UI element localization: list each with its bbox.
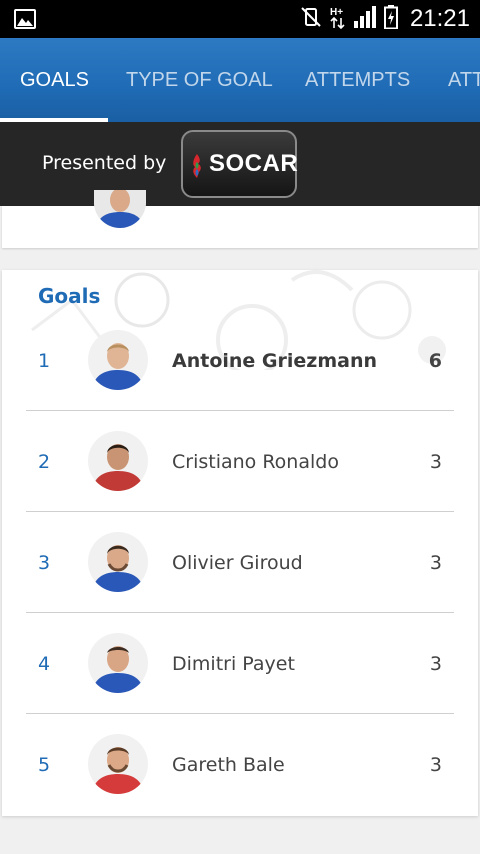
status-time: 21:21 bbox=[409, 5, 470, 32]
player-name: Olivier Giroud bbox=[172, 551, 303, 574]
socar-logo[interactable]: SOCAR bbox=[181, 130, 299, 198]
goals-title: Goals bbox=[38, 284, 101, 308]
tab-attempts[interactable]: ATTEMPTS bbox=[305, 38, 410, 122]
rank: 2 bbox=[38, 450, 51, 473]
rank: 4 bbox=[38, 652, 51, 675]
player-avatar bbox=[88, 532, 148, 592]
goals-value: 3 bbox=[429, 753, 442, 776]
signal-icon bbox=[353, 6, 376, 32]
player-name: Dimitri Payet bbox=[172, 652, 295, 675]
tab-att[interactable]: ATT bbox=[448, 38, 480, 122]
hplus-data-icon: H+ bbox=[330, 5, 346, 33]
image-icon bbox=[14, 9, 36, 29]
battery-charging-icon bbox=[383, 5, 398, 33]
player-name: Antoine Griezmann bbox=[172, 349, 378, 372]
tab-type-of-goal[interactable]: TYPE OF GOAL bbox=[126, 38, 273, 122]
table-row[interactable]: 2 Cristiano Ronaldo 3 bbox=[2, 411, 478, 512]
status-bar: H+ 21:21 bbox=[0, 0, 480, 38]
sponsor-banner: Presented by SOCAR bbox=[0, 122, 480, 206]
player-avatar bbox=[88, 330, 148, 390]
tab-bar: GOALS TYPE OF GOAL ATTEMPTS ATT bbox=[0, 38, 480, 122]
player-name: Gareth Bale bbox=[172, 753, 285, 776]
svg-text:H+: H+ bbox=[330, 7, 343, 18]
rank: 5 bbox=[38, 753, 51, 776]
previous-card bbox=[2, 190, 478, 248]
vibrate-off-icon bbox=[300, 6, 322, 32]
table-row[interactable]: 4 Dimitri Payet 3 bbox=[2, 613, 478, 714]
goals-card: Goals 1 Antoine Griezmann 6 2 Cristiano … bbox=[2, 270, 478, 816]
goals-value: 3 bbox=[429, 551, 442, 574]
player-name: Cristiano Ronaldo bbox=[172, 450, 339, 473]
socar-flame-icon bbox=[193, 154, 201, 178]
table-row[interactable]: 5 Gareth Bale 3 bbox=[2, 714, 478, 815]
player-avatar bbox=[88, 633, 148, 693]
goals-value: 6 bbox=[428, 349, 442, 372]
tab-goals[interactable]: GOALS bbox=[20, 38, 89, 122]
goals-value: 3 bbox=[429, 652, 442, 675]
player-avatar bbox=[94, 190, 146, 228]
presented-by-label: Presented by bbox=[42, 152, 167, 174]
goals-value: 3 bbox=[429, 450, 442, 473]
player-avatar bbox=[88, 734, 148, 794]
table-row[interactable]: 1 Antoine Griezmann 6 bbox=[2, 310, 478, 411]
socar-wordmark: SOCAR bbox=[209, 150, 299, 177]
rank: 1 bbox=[38, 349, 51, 372]
rank: 3 bbox=[38, 551, 51, 574]
table-row[interactable]: 3 Olivier Giroud 3 bbox=[2, 512, 478, 613]
player-avatar bbox=[88, 431, 148, 491]
